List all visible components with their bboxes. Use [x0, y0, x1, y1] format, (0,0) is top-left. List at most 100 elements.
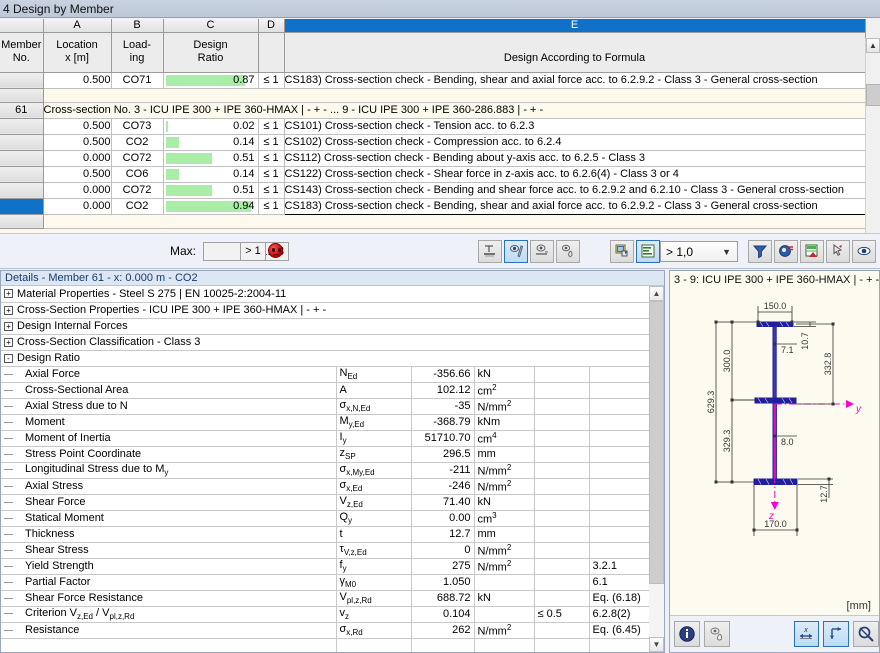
details-row[interactable]: Statical MomentQy0.00cm3 — [1, 510, 649, 526]
zoom-reset-icon[interactable] — [853, 621, 879, 647]
cell-loading[interactable]: CO72 — [111, 150, 163, 166]
cell-location[interactable]: 0.500 — [43, 118, 111, 134]
cell-formula[interactable]: CS183) Cross-section check - Bending, sh… — [284, 198, 865, 214]
colhdr-corner[interactable] — [0, 19, 43, 32]
details-tree-node[interactable]: +Cross-Section Classification - Class 3 — [1, 334, 649, 350]
table-row[interactable]: 0.500 CO6 0.14 ≤ 1 CS122) Cross-section … — [0, 166, 880, 182]
cell-loading[interactable]: CO6 — [111, 166, 163, 182]
row-header[interactable] — [0, 198, 43, 214]
details-scroll-thumb[interactable] — [649, 301, 664, 584]
cell-formula[interactable]: CS102) Cross-section check - Compression… — [284, 134, 865, 150]
details-row[interactable]: Resistanceσx,Rd262N/mm2Eq. (6.45) — [1, 622, 649, 638]
axis-system-icon[interactable] — [823, 621, 849, 647]
visibility-render-icon[interactable] — [504, 240, 528, 263]
details-row[interactable]: Moment of InertiaIy51710.70cm4 — [1, 430, 649, 446]
pick-object-icon[interactable] — [826, 240, 850, 263]
cell-design-ratio[interactable]: 0.51 — [163, 150, 258, 166]
table-row[interactable]: 0.000 CO72 0.51 ≤ 1 CS143) Cross-section… — [0, 182, 880, 198]
details-tree-node[interactable]: +Design Internal Forces — [1, 318, 649, 334]
cross-section-drawing[interactable]: y z — [670, 286, 879, 616]
details-row[interactable]: Axial Stress due to Nσx,N,Ed-35N/mm2 — [1, 398, 649, 414]
support-reactions-icon[interactable] — [478, 240, 502, 263]
excel-export-icon[interactable] — [800, 240, 824, 263]
colhdr-B[interactable]: B — [111, 19, 163, 32]
cell-design-ratio[interactable]: 0.51 — [163, 182, 258, 198]
tree-node-cross-section-classification[interactable]: +Cross-Section Classification - Class 3 — [1, 334, 649, 350]
details-row[interactable]: Stress Point CoordinatezSP296.5mm — [1, 446, 649, 462]
print-report-icon[interactable] — [610, 240, 634, 263]
scroll-up-arrow[interactable]: ▲ — [866, 38, 880, 53]
row-header-member-61[interactable]: 61 — [0, 102, 43, 118]
details-row[interactable]: Criterion Vz,Ed / Vpl,z,Rdvz0.104≤ 0.56.… — [1, 606, 649, 622]
cell-loading[interactable]: CO71 — [111, 72, 163, 88]
cell-loading[interactable]: CO2 — [111, 198, 163, 214]
deformation-icon[interactable] — [704, 621, 730, 647]
cell-design-ratio[interactable]: 0.87 — [163, 72, 258, 88]
details-row[interactable]: Shear Force ResistanceVpl,z,Rd688.72kNEq… — [1, 590, 649, 606]
cell-location[interactable]: 0.000 — [43, 182, 111, 198]
row-header[interactable] — [0, 150, 43, 166]
details-tree-node[interactable]: +Material Properties - Steel S 275 | EN … — [1, 286, 649, 302]
details-row[interactable]: Axial Stressσx,Ed-246N/mm2 — [1, 478, 649, 494]
colhdr-A[interactable]: A — [43, 19, 111, 32]
cell-formula[interactable]: CS101) Cross-section check - Tension acc… — [284, 118, 865, 134]
details-row[interactable]: Cross-Sectional AreaA102.12cm2 — [1, 382, 649, 398]
funnel-filter-icon[interactable] — [748, 240, 772, 263]
cell-design-ratio[interactable]: 0.02 — [163, 118, 258, 134]
row-header[interactable] — [0, 118, 43, 134]
cell-location[interactable]: 0.500 — [43, 166, 111, 182]
expand-plus-icon[interactable]: + — [4, 306, 13, 315]
details-row[interactable]: Shear StressτV,z,Ed0N/mm2 — [1, 542, 649, 558]
row-header[interactable] — [0, 166, 43, 182]
filter-combobox[interactable]: > 1,0 ▼ — [660, 241, 738, 262]
details-scroll-up-arrow[interactable]: ▲ — [649, 286, 664, 301]
table-row[interactable]: 0.500 CO71 0.87 ≤ 1 CS183) Cross-section… — [0, 72, 880, 88]
cell-location[interactable]: 0.500 — [43, 72, 111, 88]
details-row[interactable]: MomentMy,Ed-368.79kNm — [1, 414, 649, 430]
details-scroll-down-arrow[interactable]: ▼ — [649, 637, 664, 652]
details-row[interactable]: Partial FactorγM01.0506.1 — [1, 574, 649, 590]
details-row[interactable]: Axial ForceNEd-356.66kN — [1, 366, 649, 382]
tree-node-design-ratio[interactable]: -Design Ratio — [1, 350, 649, 366]
collapse-minus-icon[interactable]: - — [4, 354, 13, 363]
details-row[interactable]: Thicknesst12.7mm — [1, 526, 649, 542]
cell-location[interactable]: 0.500 — [43, 134, 111, 150]
row-header[interactable] — [0, 182, 43, 198]
expand-plus-icon[interactable]: + — [4, 289, 13, 298]
table-row-selected[interactable]: 0.000 CO2 0.94 ≤ 1 CS183) Cross-section … — [0, 198, 880, 214]
expand-plus-icon[interactable]: + — [4, 338, 13, 347]
details-row[interactable]: Yield Strengthfy275N/mm23.2.1 — [1, 558, 649, 574]
table-filter-icon[interactable] — [636, 240, 660, 263]
deformation-icon[interactable] — [556, 240, 580, 263]
cross-section-group-row[interactable]: 61 Cross-section No. 3 - ICU IPE 300 + I… — [0, 102, 880, 118]
view-results-icon[interactable] — [774, 240, 798, 263]
tree-node-cross-section-properties[interactable]: +Cross-Section Properties - ICU IPE 300 … — [1, 302, 649, 318]
colhdr-D[interactable]: D — [258, 19, 284, 32]
cell-formula[interactable]: CS183) Cross-section check - Bending, sh… — [284, 72, 865, 88]
details-row[interactable]: Shear ForceVz,Ed71.40kN — [1, 494, 649, 510]
info-icon[interactable] — [674, 621, 700, 647]
table-row[interactable]: 0.500 CO73 0.02 ≤ 1 CS101) Cross-section… — [0, 118, 880, 134]
cell-design-ratio[interactable]: 0.94 — [163, 198, 258, 214]
tree-node-design-internal-forces[interactable]: +Design Internal Forces — [1, 318, 649, 334]
cell-design-ratio[interactable]: 0.14 — [163, 134, 258, 150]
cell-loading[interactable]: CO2 — [111, 134, 163, 150]
details-row[interactable]: Longitudinal Stress due to Myσx,My,Ed-21… — [1, 462, 649, 478]
dimension-x-icon[interactable]: x — [794, 621, 820, 647]
cell-loading[interactable]: CO72 — [111, 182, 163, 198]
table-scrollbar[interactable]: ▲ — [865, 38, 880, 252]
cell-location[interactable]: 0.000 — [43, 150, 111, 166]
expand-plus-icon[interactable]: + — [4, 322, 13, 331]
table-row[interactable]: 0.500 CO2 0.14 ≤ 1 CS102) Cross-section … — [0, 134, 880, 150]
row-header[interactable] — [0, 134, 43, 150]
row-header[interactable] — [0, 72, 43, 88]
colhdr-E[interactable]: E — [284, 19, 865, 32]
colhdr-C[interactable]: C — [163, 19, 258, 32]
details-tree-node[interactable]: +Cross-Section Properties - ICU IPE 300 … — [1, 302, 649, 318]
details-scrollbar[interactable]: ▲ ▼ — [649, 286, 664, 652]
cell-location[interactable]: 0.000 — [43, 198, 111, 214]
cell-formula[interactable]: CS143) Cross-section check - Bending and… — [284, 182, 865, 198]
table-row[interactable]: 0.000 CO72 0.51 ≤ 1 CS112) Cross-section… — [0, 150, 880, 166]
scroll-thumb[interactable] — [866, 84, 880, 106]
eye-icon[interactable] — [852, 240, 876, 263]
